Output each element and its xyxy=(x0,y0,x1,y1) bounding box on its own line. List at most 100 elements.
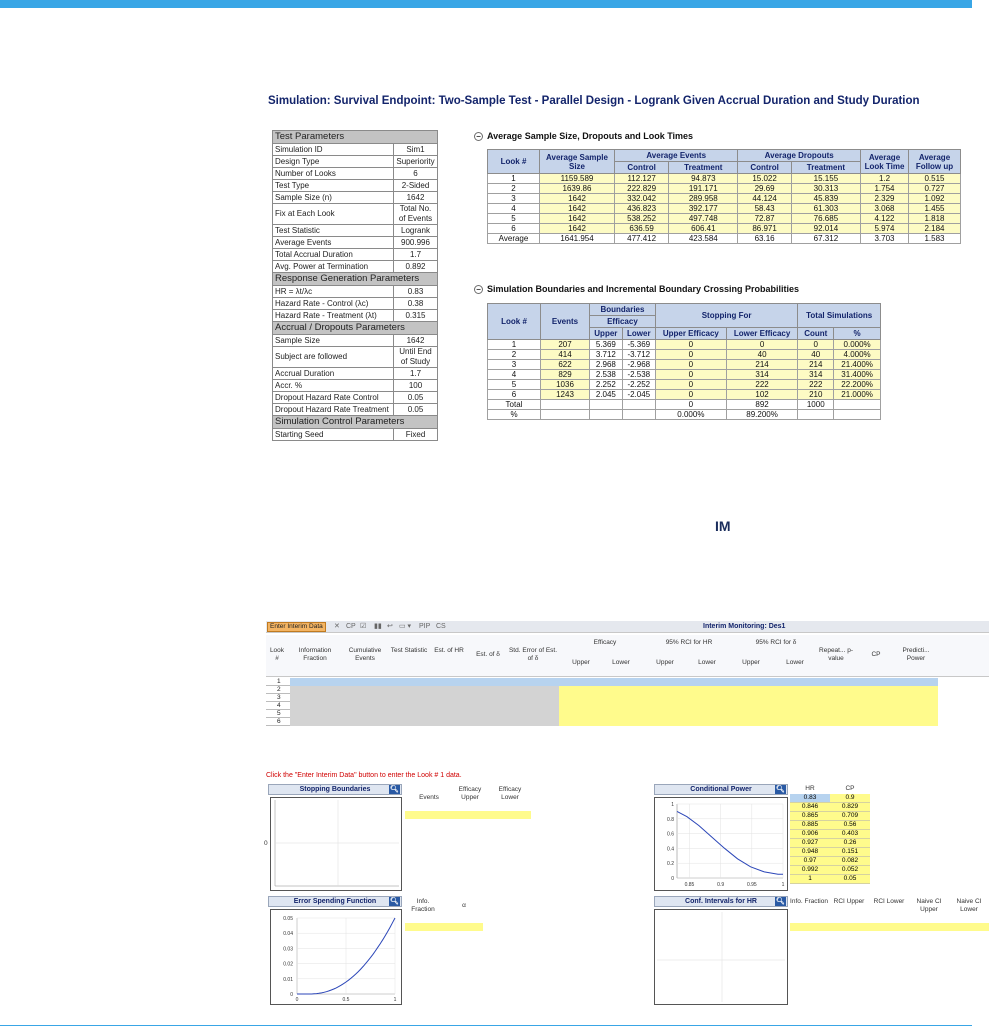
magnify-icon[interactable]: 🔍︎ xyxy=(775,897,786,906)
cp-cell[interactable]: 0.56 xyxy=(830,820,870,830)
table-cell xyxy=(540,409,590,420)
param-row: Hazard Rate - Control (λc) 0.38 xyxy=(272,297,438,310)
table-cell: 214 xyxy=(725,359,799,370)
cp-row[interactable]: 0.948 0.151 xyxy=(790,847,870,857)
im-grid-row[interactable]: 1 xyxy=(266,678,938,686)
cp-row[interactable]: 0.885 0.56 xyxy=(790,820,870,830)
table-cell: Average xyxy=(487,233,540,244)
edit-icon[interactable]: ☑ xyxy=(360,622,366,632)
im-grid-row[interactable]: 5 xyxy=(266,710,938,718)
hr-cell[interactable]: 0.865 xyxy=(790,811,830,821)
y-tick-label: 0.05 xyxy=(283,916,293,922)
table-cell: 1642 xyxy=(539,193,615,204)
col-naive-ci-lower: Naive CI Lower xyxy=(956,898,982,913)
table-cell: 3.068 xyxy=(860,203,909,214)
hdr-predictive-power[interactable]: Predicti... Power xyxy=(896,647,936,663)
cp-cell[interactable]: 0.829 xyxy=(830,802,870,812)
hr-cell[interactable]: 0.948 xyxy=(790,847,830,857)
group-rci-hr: 95% RCI for HR xyxy=(665,639,713,646)
table-row: % 0.000% 89.200% xyxy=(487,409,881,420)
cp-row[interactable]: 0.865 0.709 xyxy=(790,811,870,821)
im-grid-row[interactable]: 2 xyxy=(266,686,938,694)
y-tick-label: 0.8 xyxy=(667,817,674,823)
pip-tool[interactable]: PIP xyxy=(419,622,430,632)
conditional-power-chart[interactable]: 1 0.8 0.6 0.4 0.2 0 0.85 0.9 0.95 1 xyxy=(654,797,788,891)
cp-row[interactable]: 0.846 0.829 xyxy=(790,802,870,812)
im-grid-row[interactable]: 4 xyxy=(266,702,938,710)
collapse-icon[interactable]: − xyxy=(474,132,483,141)
hdr-eff-lower[interactable]: Lower xyxy=(602,659,640,667)
hdr-rcid-upper[interactable]: Upper xyxy=(730,659,772,667)
hdr-repeat-pvalue[interactable]: Repeat... p-value xyxy=(816,647,856,663)
hdr-est-delta[interactable]: Est. of δ xyxy=(470,651,506,659)
hr-cell[interactable]: 1 xyxy=(790,874,830,884)
cs-tool[interactable]: CS xyxy=(436,622,446,632)
hr-cell[interactable]: 0.83 xyxy=(790,793,830,803)
col-hr: HR xyxy=(790,785,830,794)
hdr-rcid-lower[interactable]: Lower xyxy=(774,659,816,667)
hdr-rcihr-upper[interactable]: Upper xyxy=(644,659,686,667)
param-value: 0.05 xyxy=(393,391,438,404)
hdr-cumulative-events[interactable]: Cumulative Events xyxy=(342,647,388,663)
hr-cell[interactable]: 0.927 xyxy=(790,838,830,848)
param-value: 900.996 xyxy=(393,236,438,249)
display-icon[interactable]: ▭ ▾ xyxy=(399,622,411,632)
hdr-test-statistic[interactable]: Test Statistic xyxy=(390,647,428,655)
col-lower: Lower xyxy=(621,327,656,340)
boundaries-section-title[interactable]: − Simulation Boundaries and Incremental B… xyxy=(474,284,799,294)
cp-row[interactable]: 0.992 0.052 xyxy=(790,865,870,875)
error-spending-chart[interactable]: 0.05 0.04 0.03 0.02 0.01 0 0 0.5 1 xyxy=(270,909,402,1005)
hdr-est-hr[interactable]: Est. of HR xyxy=(430,647,468,655)
esf-table-row[interactable] xyxy=(405,923,483,931)
grid-output-cells xyxy=(559,678,938,686)
hdr-rcihr-lower[interactable]: Lower xyxy=(686,659,728,667)
hdr-eff-upper[interactable]: Upper xyxy=(562,659,600,667)
hdr-std-error[interactable]: Std. Error of Est. of δ xyxy=(508,647,558,663)
enter-interim-data-button[interactable]: Enter Interim Data xyxy=(267,622,326,632)
hr-cell[interactable]: 0.885 xyxy=(790,820,830,830)
col-events-treatment: Treatment xyxy=(668,161,739,174)
cp-tool-icon[interactable]: CP xyxy=(346,622,356,632)
cp-row[interactable]: 0.83 0.9 xyxy=(790,793,870,803)
undo-icon[interactable]: ↩ xyxy=(387,622,393,632)
im-grid-row[interactable]: 6 xyxy=(266,718,938,726)
conf-intervals-chart[interactable] xyxy=(654,909,788,1005)
columns-icon[interactable]: ▮▮ xyxy=(374,622,382,632)
hr-cell[interactable]: 0.906 xyxy=(790,829,830,839)
param-row: Dropout Hazard Rate Control 0.05 xyxy=(272,391,438,404)
magnify-icon[interactable]: 🔍︎ xyxy=(775,785,786,794)
cp-row[interactable]: 1 0.05 xyxy=(790,874,870,884)
cp-cell[interactable]: 0.082 xyxy=(830,856,870,866)
stopping-boundaries-chart[interactable]: 0 xyxy=(264,797,402,891)
cp-row[interactable]: 0.906 0.403 xyxy=(790,829,870,839)
cp-cell[interactable]: 0.709 xyxy=(830,811,870,821)
cp-cell[interactable]: 0.9 xyxy=(830,793,870,803)
cp-cell[interactable]: 0.26 xyxy=(830,838,870,848)
avg-section-title[interactable]: − Average Sample Size, Dropouts and Look … xyxy=(474,131,693,141)
page-title: Simulation: Survival Endpoint: Two-Sampl… xyxy=(268,95,920,107)
cp-row[interactable]: 0.927 0.26 xyxy=(790,838,870,848)
table-cell: 1641.954 xyxy=(539,233,615,244)
table-cell: 222.829 xyxy=(613,183,670,194)
collapse-icon[interactable]: − xyxy=(474,285,483,294)
hdr-info-fraction[interactable]: Information Fraction xyxy=(290,647,340,663)
hr-cell[interactable]: 0.97 xyxy=(790,856,830,866)
cp-cell[interactable]: 0.052 xyxy=(830,865,870,875)
im-grid-row[interactable]: 3 xyxy=(266,694,938,702)
cp-row[interactable]: 0.97 0.082 xyxy=(790,856,870,866)
ci-table-row[interactable] xyxy=(790,923,989,931)
cp-cell[interactable]: 0.403 xyxy=(830,829,870,839)
hr-cell[interactable]: 0.992 xyxy=(790,865,830,875)
table-cell: 29.69 xyxy=(737,183,792,194)
hr-cell[interactable]: 0.846 xyxy=(790,802,830,812)
delete-icon[interactable]: ✕ xyxy=(334,622,340,632)
grid-readonly-cells xyxy=(290,678,559,686)
cp-cell[interactable]: 0.151 xyxy=(830,847,870,857)
hdr-cp[interactable]: CP xyxy=(858,651,894,659)
magnify-icon[interactable]: 🔍︎ xyxy=(389,785,400,794)
magnify-icon[interactable]: 🔍︎ xyxy=(389,897,400,906)
table-cell: 497.748 xyxy=(668,213,739,224)
cp-cell[interactable]: 0.05 xyxy=(830,874,870,884)
hdr-look[interactable]: Look # xyxy=(268,647,286,663)
stopping-table-row[interactable] xyxy=(405,811,531,819)
